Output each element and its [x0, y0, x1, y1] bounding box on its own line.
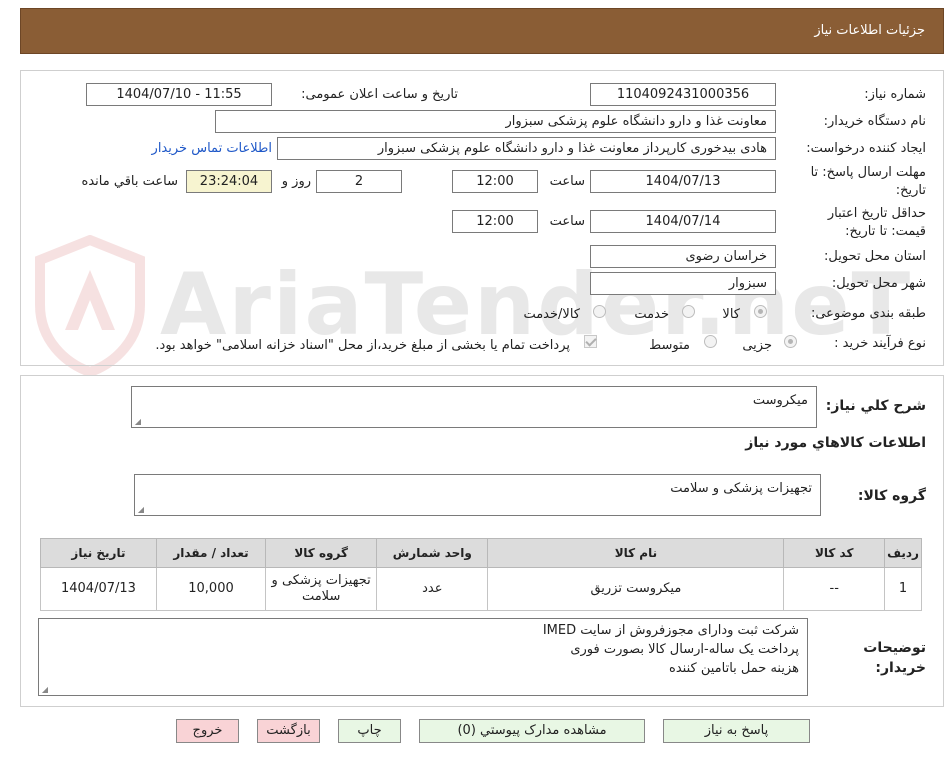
days-remaining-field: 2	[316, 170, 402, 193]
deadline-time-field: 12:00	[452, 170, 538, 193]
back-button[interactable]: بازگشت	[257, 719, 320, 743]
buyer-notes-line: پرداخت یک ساله-ارسال کالا بصورت فوری	[570, 642, 799, 657]
treasury-payment-checkbox[interactable]	[584, 335, 597, 348]
col-quantity: تعداد / مقدار	[155, 538, 267, 568]
buyer-notes-label-line1: توضيحات	[863, 640, 926, 656]
buyer-notes-label-line2: خريدار:	[875, 660, 926, 676]
category-label: طبقه بندی موضوعی:	[810, 306, 926, 321]
cell-code: --	[783, 567, 886, 611]
validity-date-field: 1404/07/14	[590, 210, 776, 233]
deadline-time-label: ساعت	[549, 174, 585, 189]
city-label: شهر محل تحویل:	[831, 276, 926, 291]
requester-field: هادی بیدخوری کارپرداز معاونت غذا و دارو …	[277, 137, 776, 160]
goods-group-textarea[interactable]: تجهیزات پزشکی و سلامت ◢	[134, 474, 821, 516]
col-group: گروه کالا	[265, 538, 378, 568]
process-medium-radio[interactable]	[704, 335, 717, 348]
buyer-notes-line: شرکت ثبت ودارای مجوزفروش از سایت IMED	[542, 623, 799, 638]
buyer-org-field: معاونت غذا و دارو دانشگاه علوم پزشکی سبز…	[215, 110, 776, 133]
need-number-field: 1104092431000356	[590, 83, 776, 106]
col-name: نام کالا	[487, 538, 785, 568]
cell-quantity: 10,000	[155, 567, 267, 611]
validity-label-line2: قیمت: تا تاریخ:	[845, 224, 926, 239]
category-goods-service-label: کالا/خدمت	[523, 307, 580, 322]
deadline-label-line1: مهلت ارسال پاسخ: تا	[810, 165, 926, 180]
category-service-label: خدمت	[634, 307, 669, 322]
col-need-date: تاريخ نياز	[40, 538, 157, 568]
goods-group-label: گروه کالا:	[857, 488, 926, 504]
remaining-time-field: 23:24:04	[186, 170, 272, 193]
buyer-org-label: نام دستگاه خریدار:	[823, 114, 926, 129]
treasury-payment-note: پرداخت تمام یا بخشی از مبلغ خرید،از محل …	[155, 338, 570, 353]
items-info-heading: اطلاعات کالاهاي مورد نياز	[745, 435, 926, 451]
days-label: روز و	[281, 174, 311, 189]
cell-group: تجهیزات پزشکی و سلامت	[265, 567, 378, 611]
exit-button[interactable]: خروج	[176, 719, 239, 743]
col-code: کد کالا	[783, 538, 886, 568]
page-header: جزئیات اطلاعات نیاز	[20, 8, 944, 54]
resize-grip-icon[interactable]: ◢	[134, 418, 141, 426]
deadline-date-field: 1404/07/13	[590, 170, 776, 193]
announce-datetime-label: تاریخ و ساعت اعلان عمومی:	[301, 87, 458, 102]
resize-grip-icon[interactable]: ◢	[137, 506, 144, 514]
city-field: سبزوار	[590, 272, 776, 295]
process-minor-label: جزیی	[742, 338, 772, 353]
page-title: جزئیات اطلاعات نیاز	[814, 23, 925, 38]
general-description-label: شرح کلي نياز:	[825, 398, 926, 414]
general-description-value: میکروست	[752, 393, 808, 408]
category-goods-radio[interactable]	[754, 305, 767, 318]
category-service-radio[interactable]	[682, 305, 695, 318]
province-label: استان محل تحویل:	[824, 249, 926, 264]
validity-label-line1: حداقل تاریخ اعتبار	[827, 206, 926, 221]
buyer-notes-textarea[interactable]: شرکت ثبت ودارای مجوزفروش از سایت IMED پر…	[38, 618, 808, 696]
process-medium-label: متوسط	[649, 338, 690, 353]
print-button[interactable]: چاپ	[338, 719, 401, 743]
category-goods-service-radio[interactable]	[593, 305, 606, 318]
cell-need-date: 1404/07/13	[40, 567, 157, 611]
cell-name: میکروست تزریق	[487, 567, 785, 611]
buyer-contact-link[interactable]: اطلاعات تماس خریدار	[152, 141, 272, 156]
category-goods-label: کالا	[722, 307, 740, 322]
col-row: رديف	[884, 538, 922, 568]
process-minor-radio[interactable]	[784, 335, 797, 348]
validity-time-field: 12:00	[452, 210, 538, 233]
remaining-time-label: ساعت باقي مانده	[81, 174, 178, 189]
requester-label: ایجاد کننده درخواست:	[806, 141, 926, 156]
deadline-label-line2: تاریخ:	[895, 183, 926, 198]
buyer-notes-line: هزینه حمل باتامین کننده	[669, 661, 799, 676]
need-number-label: شماره نیاز:	[864, 87, 926, 102]
general-description-textarea[interactable]: میکروست ◢	[131, 386, 817, 428]
cell-row: 1	[884, 567, 922, 611]
view-attachments-button[interactable]: مشاهده مدارک پيوستي (0)	[419, 719, 645, 743]
items-table-header: رديف کد کالا نام کالا واحد شمارش گروه کا…	[40, 538, 922, 568]
col-unit: واحد شمارش	[376, 538, 489, 568]
goods-group-value: تجهیزات پزشکی و سلامت	[670, 481, 812, 496]
table-row: 1 -- میکروست تزریق عدد تجهیزات پزشکی و س…	[40, 567, 922, 611]
resize-grip-icon[interactable]: ◢	[41, 686, 48, 694]
announce-datetime-field: 1404/07/10 - 11:55	[86, 83, 272, 106]
items-table: رديف کد کالا نام کالا واحد شمارش گروه کا…	[40, 538, 922, 611]
province-field: خراسان رضوی	[590, 245, 776, 268]
reply-button[interactable]: پاسخ به نياز	[663, 719, 810, 743]
validity-time-label: ساعت	[549, 214, 585, 229]
cell-unit: عدد	[376, 567, 489, 611]
process-type-label: نوع فرآیند خرید :	[834, 336, 926, 351]
